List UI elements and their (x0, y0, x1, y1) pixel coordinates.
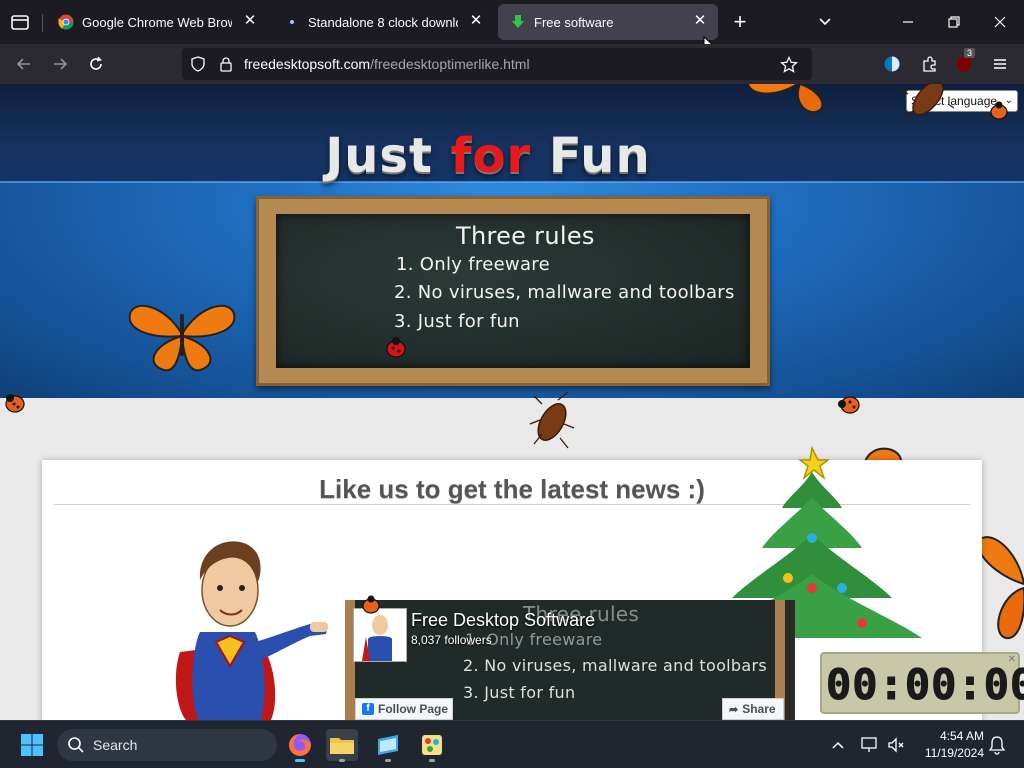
desktop-timer-widget[interactable]: 00:00:00 ✕ (820, 652, 1024, 714)
cover-text: 3. Just for fun (463, 683, 576, 702)
url-domain: freedesktopsoft.com (244, 56, 371, 72)
web-page: Just for Fun Select language ⌄ Three rule… (0, 84, 1024, 720)
close-icon[interactable]: ✕ (1008, 654, 1016, 665)
network-icon[interactable] (860, 735, 880, 755)
close-icon[interactable]: ✕ (468, 13, 484, 29)
taskbar-time[interactable]: 4:54 AM (920, 729, 984, 743)
tab-free-software[interactable]: Free software ✕ (498, 4, 718, 40)
site-title: Just for Fun (0, 128, 976, 184)
app-taskbar-icon[interactable] (372, 729, 404, 762)
chalkboard-surface: Three rules 1. Only freeware 2. No virus… (276, 214, 750, 368)
shield-icon[interactable] (190, 56, 206, 72)
chalkboard: Three rules 1. Only freeware 2. No virus… (256, 196, 770, 386)
site-title-part: Fun (531, 128, 651, 184)
ladybug-icon (2, 390, 28, 416)
taskbar-date[interactable]: 11/19/2024 (900, 746, 984, 760)
share-label: Share (742, 702, 776, 716)
chevron-up-icon[interactable] (830, 737, 846, 753)
facebook-followers-count: 8,037 followers (411, 633, 492, 647)
new-tab-button[interactable]: + (730, 9, 750, 35)
search-icon (67, 736, 85, 757)
ladybug-icon (836, 392, 862, 416)
superhero-mascot-image (160, 532, 330, 720)
ladybug-icon (988, 100, 1010, 122)
windows-start-icon[interactable] (20, 733, 44, 757)
site-title-part: Just (325, 128, 451, 184)
chevron-down-icon[interactable] (816, 12, 834, 30)
restore-button[interactable] (946, 14, 962, 30)
rule-item: 1. Only freeware (396, 254, 550, 275)
tab-standalone-clock[interactable]: Standalone 8 clock download p ✕ (272, 4, 494, 40)
file-explorer-icon[interactable] (326, 729, 358, 762)
follow-page-button[interactable]: f Follow Page (355, 698, 453, 720)
ublock-icon[interactable]: 3 (950, 48, 978, 78)
reload-button[interactable] (82, 50, 110, 78)
ladybug-icon (384, 336, 408, 360)
url-path: /freedesktoptimerlike.html (370, 56, 530, 72)
butterfly-icon (742, 84, 852, 122)
extensions-puzzle-icon[interactable] (916, 50, 944, 78)
facebook-icon: f (362, 703, 374, 715)
active-indicator (295, 759, 305, 762)
share-arrow-icon: ➦ (729, 703, 739, 716)
extension-badge: 3 (964, 48, 976, 58)
tab-bar: Google Chrome Web Browser ✕ Standalone 8… (0, 0, 1024, 56)
close-icon[interactable]: ✕ (692, 13, 708, 29)
active-indicator (385, 759, 391, 762)
cover-text: 2. No viruses, mallware and toolbars (463, 656, 768, 675)
timer-display: 00:00:00 (825, 660, 1024, 710)
close-icon[interactable]: ✕ (242, 13, 258, 29)
lock-icon[interactable] (218, 56, 234, 72)
close-window-button[interactable] (992, 14, 1008, 30)
url-bar[interactable]: freedesktopsoft.com/freedesktoptimerlike… (182, 48, 812, 80)
bookmark-star-icon[interactable] (780, 55, 798, 74)
menu-hamburger-icon[interactable] (986, 50, 1014, 78)
ladybug-icon (360, 594, 382, 616)
rule-item: 3. Just for fun (394, 311, 520, 332)
tab-chrome[interactable]: Google Chrome Web Browser ✕ (46, 4, 268, 40)
page-dot-icon (290, 20, 294, 24)
active-indicator (429, 759, 435, 762)
windows-taskbar: Search 4:54 AM 11/19/2024 (0, 720, 1024, 768)
privacy-extension-icon[interactable] (878, 50, 906, 78)
notification-bell-icon[interactable] (988, 735, 1006, 755)
forward-button[interactable] (46, 50, 74, 78)
rule-item: 2. No viruses, mallware and toolbars (394, 282, 735, 303)
chrome-icon (58, 14, 74, 30)
firefox-taskbar-icon[interactable] (284, 729, 316, 762)
cockroach-icon (528, 390, 576, 450)
follow-page-label: Follow Page (378, 702, 449, 716)
navigation-toolbar: freedesktopsoft.com/freedesktoptimerlike… (0, 44, 1024, 84)
search-label: Search (93, 737, 138, 753)
facebook-page-name[interactable]: Free Desktop Software (411, 610, 595, 631)
tab-label: Standalone 8 clock download p (308, 14, 458, 30)
minimize-button[interactable] (900, 14, 916, 30)
cockroach-icon (899, 84, 955, 124)
firefox-view-icon[interactable] (10, 12, 30, 32)
chalkboard-title: Three rules (456, 222, 595, 250)
paint-app-icon[interactable] (416, 729, 448, 762)
back-button[interactable] (10, 50, 38, 78)
active-indicator (339, 759, 345, 762)
share-button[interactable]: ➦ Share (722, 698, 784, 720)
download-arrow-icon (512, 15, 524, 28)
site-title-part-red: for (450, 128, 532, 184)
tab-label: Google Chrome Web Browser (82, 14, 232, 30)
butterfly-icon (124, 294, 240, 374)
taskbar-search[interactable]: Search (57, 729, 277, 761)
url-text: freedesktopsoft.com/freedesktoptimerlike… (244, 56, 530, 72)
facebook-page-widget: Three rules 1. Only freeware 2. No virus… (345, 600, 795, 720)
tab-label: Free software (534, 14, 614, 30)
facebook-page-avatar[interactable] (353, 608, 407, 662)
